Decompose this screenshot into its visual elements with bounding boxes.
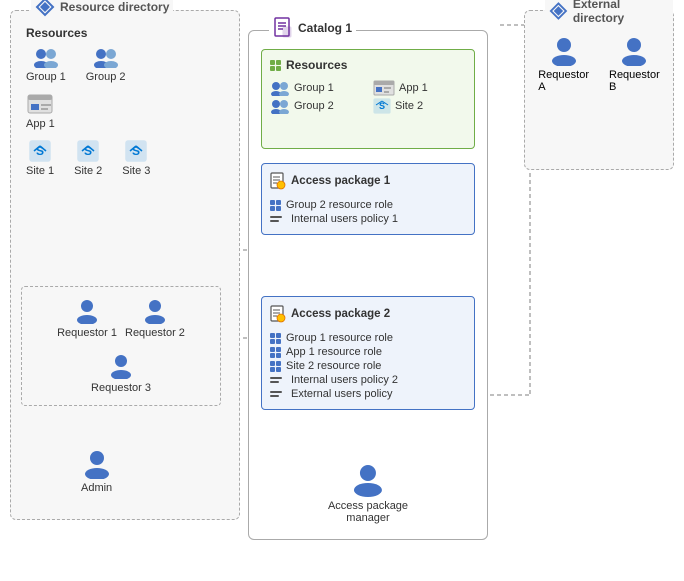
ap1-label: Access package 1 [291, 175, 390, 187]
ap2-label: Access package 2 [291, 308, 390, 320]
resource-directory-box: Resource directory Resources Group 1 [10, 10, 240, 520]
app-row: App 1 [26, 93, 150, 130]
ap1-policy-icon [270, 216, 282, 222]
app1-label: App 1 [26, 118, 55, 130]
site2-label: Site 2 [74, 165, 102, 177]
left-site3: S Site 3 [122, 140, 150, 177]
access-package-1-box: Access package 1 Group 2 resource role I… [261, 163, 475, 235]
requestor-b-icon [620, 36, 648, 66]
resource-directory-header: Resource directory [31, 0, 173, 17]
admin-item: Admin [81, 449, 112, 494]
group2-label: Group 2 [86, 71, 126, 83]
left-resources-items: Group 1 Group 2 [26, 46, 150, 187]
group2-icon [92, 46, 120, 68]
resources-inner-label: Resources [286, 58, 347, 72]
ap1-item-internal-policy: Internal users policy 1 [270, 212, 466, 226]
cat-group2-icon [270, 98, 290, 114]
diagram-container: Resource directory Resources Group 1 [0, 0, 684, 581]
access-package-manager: Access packagemanager [328, 463, 408, 524]
requestor3-icon [109, 353, 133, 379]
requestor-a-icon [550, 36, 578, 66]
ap2-header: Access package 2 [270, 305, 466, 323]
requestor2: Requestor 2 [125, 298, 185, 339]
left-group1: Group 1 [26, 46, 66, 83]
site2-icon: S [77, 140, 99, 162]
resources-grid-icon [270, 60, 281, 71]
group-row: Group 1 Group 2 [26, 46, 150, 83]
site3-label: Site 3 [122, 165, 150, 177]
left-app1: App 1 [26, 93, 55, 130]
requestor-b-label: Requestor B [609, 69, 660, 93]
group1-label: Group 1 [26, 71, 66, 83]
left-site2: S Site 2 [74, 140, 102, 177]
site1-icon: S [29, 140, 51, 162]
left-site1: S Site 1 [26, 140, 54, 177]
resources-section-label: Resources [26, 26, 87, 40]
requestor2-icon [143, 298, 167, 324]
resources-inner-header: Resources [270, 58, 466, 72]
site3-icon: S [125, 140, 147, 162]
ap2-doc-icon [270, 305, 286, 323]
requestor-b: Requestor B [609, 36, 660, 93]
cat-app1-icon [373, 80, 395, 96]
cat-group2: Group 2 [270, 98, 363, 114]
cat-group1-icon [270, 80, 290, 96]
ap1-resource-icon [270, 200, 281, 211]
external-directory-label: External directory [573, 0, 669, 25]
ap2-resource-icon2 [270, 347, 281, 358]
ap2-item-group1: Group 1 resource role [270, 331, 466, 345]
group1-icon [32, 46, 60, 68]
ap2-resource-icon1 [270, 333, 281, 344]
requestor-a: Requestor A [538, 36, 589, 93]
requestor-a-label: Requestor A [538, 69, 589, 93]
ap2-item-external-policy: External users policy [270, 387, 466, 401]
requestor1: Requestor 1 [57, 298, 117, 339]
ap1-doc-icon [270, 172, 286, 190]
ap2-policy-icon2 [270, 391, 282, 397]
requestor1-icon [75, 298, 99, 324]
admin-label: Admin [81, 482, 112, 494]
external-directory-header: External directory [545, 0, 673, 25]
apm-label: Access packagemanager [328, 500, 408, 524]
external-directory-box: External directory Requestor A Requestor… [524, 10, 674, 170]
cat-app1: App 1 [373, 80, 466, 96]
resources-grid-items: Group 1 App 1 [270, 80, 466, 114]
requestor2-label: Requestor 2 [125, 327, 185, 339]
ext-diamond-icon [549, 1, 568, 21]
ap2-item-internal-policy: Internal users policy 2 [270, 373, 466, 387]
access-package-2-box: Access package 2 Group 1 resource role A… [261, 296, 475, 410]
ap2-item-app1: App 1 resource role [270, 345, 466, 359]
app1-icon [26, 93, 54, 115]
ap2-item-site2: Site 2 resource role [270, 359, 466, 373]
cat-site2: S Site 2 [373, 98, 466, 114]
catalog-label: Catalog 1 [298, 21, 352, 35]
ap2-policy-icon1 [270, 377, 282, 383]
catalog-box: Catalog 1 Resources Group 1 [248, 30, 488, 540]
resources-inner-box: Resources Group 1 [261, 49, 475, 149]
ap1-header: Access package 1 [270, 172, 466, 190]
site1-label: Site 1 [26, 165, 54, 177]
requestor3-label: Requestor 3 [91, 382, 151, 394]
resource-directory-label: Resource directory [60, 0, 169, 14]
requestors-box: Requestor 1 Requestor 2 Requestor 3 [21, 286, 221, 406]
ap2-resource-icon3 [270, 361, 281, 372]
diamond-icon [35, 0, 55, 17]
cat-group1: Group 1 [270, 80, 363, 96]
left-group2: Group 2 [86, 46, 126, 83]
ap1-item-group2-role: Group 2 resource role [270, 198, 466, 212]
catalog-header: Catalog 1 [269, 17, 356, 39]
site-row: S Site 1 S Site 2 [26, 140, 150, 177]
admin-icon [83, 449, 111, 479]
requestor3: Requestor 3 [91, 353, 151, 394]
catalog-icon [273, 17, 293, 39]
apm-icon [352, 463, 384, 497]
cat-site2-icon: S [373, 98, 391, 114]
requestor1-label: Requestor 1 [57, 327, 117, 339]
